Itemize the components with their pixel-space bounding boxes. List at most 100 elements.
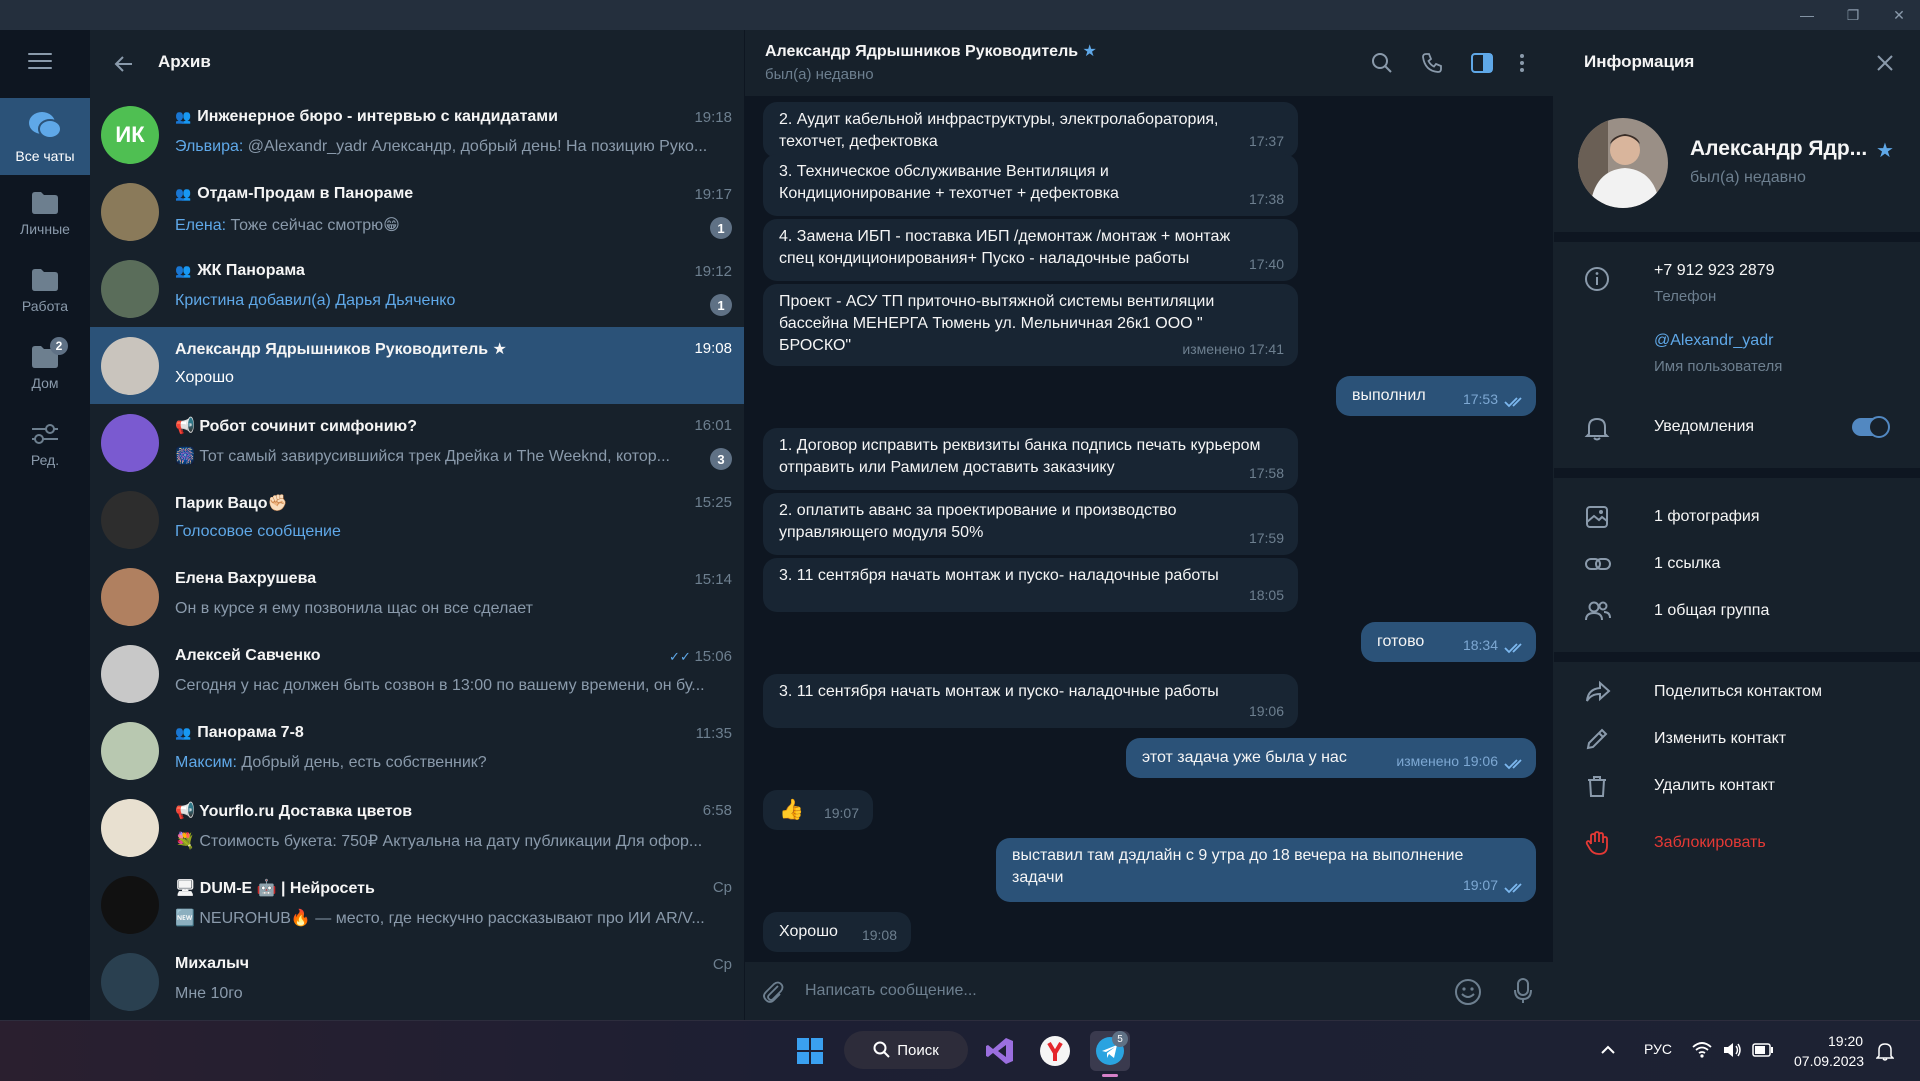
incoming-message[interactable]: 2. Аудит кабельной инфраструктуры, элект… — [763, 102, 1298, 158]
read-check-icon — [1504, 643, 1522, 654]
chat-list-item[interactable]: 👥 ЖК Панорама 19:12 Кристина добавил(а) Дар… — [90, 250, 744, 327]
archive-header: Архив — [90, 30, 744, 96]
battery-icon[interactable] — [1752, 1043, 1774, 1057]
incoming-message[interactable]: Хорошо 19:08 — [763, 912, 911, 952]
avatar — [101, 414, 159, 472]
restore-button[interactable]: ❐ — [1830, 0, 1876, 30]
search-icon[interactable] — [1371, 52, 1393, 74]
folder-all-chats[interactable]: Все чаты — [0, 98, 90, 175]
outgoing-message[interactable]: выставил там дэдлайн с 9 утра до 18 вече… — [996, 838, 1536, 902]
preview-text: 🎆 Тот самый завирусившийся трек Дрейка и… — [175, 448, 670, 465]
preview-text: 💐 Стоимость букета: 750₽ Актуальна на да… — [175, 833, 703, 850]
volume-icon[interactable] — [1722, 1041, 1742, 1059]
phone-label: Телефон — [1654, 288, 1717, 305]
more-icon[interactable] — [1519, 52, 1525, 74]
incoming-message[interactable]: Проект - АСУ ТП приточно-вытяжной систем… — [763, 284, 1298, 366]
taskbar-search[interactable]: Поиск — [844, 1031, 968, 1069]
chat-name-text: Панорама 7-8 — [197, 724, 304, 741]
clock-date[interactable]: 07.09.2023 — [1794, 1053, 1864, 1069]
incoming-message[interactable]: 👍 19:07 — [763, 790, 873, 830]
folder-home[interactable]: Дом 2 — [0, 329, 90, 406]
chat-list-panel: Архив ИК 👥 Инженерное бюро - интервью с ка… — [90, 30, 745, 1020]
message-time: 19:06 — [1248, 703, 1284, 719]
avatar — [101, 568, 159, 626]
phone-icon[interactable] — [1421, 52, 1443, 74]
chat-preview: Голосовое сообщение — [175, 523, 715, 541]
notifications-toggle[interactable] — [1852, 416, 1890, 438]
avatar[interactable] — [1578, 118, 1668, 208]
chat-name: Елена Вахрушева — [175, 570, 655, 588]
telegram-taskbar-icon[interactable]: 5 — [1090, 1031, 1130, 1077]
chat-list-item[interactable]: Елена Вахрушева 15:14 Он в курсе я ему поз… — [90, 558, 744, 635]
message-time: 18:34 — [1462, 637, 1498, 653]
yandex-browser-icon[interactable] — [1035, 1031, 1075, 1071]
delete-contact-label: Удалить контакт — [1654, 777, 1775, 794]
chat-list-item[interactable]: 👥 Панорама 7-8 11:35 Максим: Добрый день, е… — [90, 712, 744, 789]
message-time: 17:37 — [1248, 133, 1284, 149]
message-text: выставил там дэдлайн с 9 утра до 18 вече… — [1012, 847, 1464, 886]
chat-list-item[interactable]: 📢 Робот сочинит симфонию? 16:01 🎆 Тот самы… — [90, 404, 744, 481]
folder-icon — [32, 191, 58, 214]
outgoing-message[interactable]: готово 18:34 — [1361, 622, 1536, 662]
minimize-button[interactable]: — — [1784, 0, 1830, 30]
visual-studio-icon[interactable] — [980, 1031, 1020, 1071]
sidebar-toggle-icon[interactable] — [1470, 52, 1494, 74]
chat-name: 🖥 DUM-E 🤖 | Нейросеть — [175, 878, 655, 898]
chat-preview: Елена: Тоже сейчас смотрю😁 — [175, 215, 715, 235]
chat-list-item[interactable]: ИК 👥 Инженерное бюро - интервью с кандидат… — [90, 96, 744, 173]
chat-list-item[interactable]: Алексей Савченко ✓✓ 15:06 Сегодня у нас до… — [90, 635, 744, 712]
incoming-message[interactable]: 3. 11 сентября начать монтаж и пуско- на… — [763, 558, 1298, 612]
close-icon[interactable] — [1876, 54, 1894, 72]
avatar: ИК — [101, 106, 159, 164]
menu-icon[interactable] — [28, 53, 52, 71]
incoming-message[interactable]: 3. 11 сентября начать монтаж и пуско- на… — [763, 674, 1298, 728]
chat-time: 19:17 — [694, 186, 732, 203]
search-label: Поиск — [897, 1041, 939, 1059]
chevron-up-icon[interactable] — [1600, 1045, 1616, 1055]
chat-title[interactable]: Александр Ядрышников Руководитель ★ — [765, 41, 1097, 61]
preview-sender: Елена: — [175, 217, 227, 234]
close-window-button[interactable]: ✕ — [1876, 0, 1920, 30]
language-indicator[interactable]: РУС — [1644, 1041, 1672, 1057]
wifi-icon[interactable] — [1692, 1041, 1712, 1059]
chat-time-text: 19:08 — [694, 340, 732, 357]
message-time: 18:05 — [1248, 587, 1284, 603]
groups-label: 1 общая группа — [1654, 602, 1770, 619]
message-input[interactable] — [803, 978, 1407, 1004]
chat-list-item[interactable]: 📢 Yourflo.ru Доставка цветов 6:58 💐 Стоимо… — [90, 789, 744, 866]
folder-work[interactable]: Работа — [0, 252, 90, 329]
clock-time[interactable]: 19:20 — [1828, 1033, 1863, 1049]
preview-text: Хорошо — [175, 369, 234, 386]
chat-list-item[interactable]: Михалыч Ср Мне 10го — [90, 943, 744, 1020]
notification-bell-icon[interactable] — [1876, 1041, 1894, 1061]
message-time: изменено 19:06 — [1396, 753, 1498, 769]
incoming-message[interactable]: 3. Техническое обслуживание Вентиляция и… — [763, 154, 1298, 216]
chat-list-item[interactable]: Парик Вацо✊🏻 15:25 Голосовое сообщение — [90, 481, 744, 558]
chat-time-text: 19:12 — [694, 263, 732, 280]
back-arrow-icon[interactable] — [112, 52, 136, 76]
chat-header: Александр Ядрышников Руководитель ★ был(… — [745, 30, 1553, 96]
folder-personal[interactable]: Личные — [0, 175, 90, 252]
preview-text: Кристина добавил(а) Дарья Дьяченко — [175, 292, 456, 309]
avatar — [101, 722, 159, 780]
microphone-icon[interactable] — [1513, 977, 1533, 1005]
preview-text: Мне 10го — [175, 985, 243, 1002]
chat-list-item[interactable]: 👥 Отдам-Продам в Панораме 19:17 Елена: Тоже… — [90, 173, 744, 250]
attach-icon[interactable] — [761, 979, 785, 1005]
contact-status: был(а) недавно — [1690, 169, 1806, 186]
incoming-message[interactable]: 4. Замена ИБП - поставка ИБП /демонтаж /… — [763, 219, 1298, 281]
chat-list-item[interactable]: Александр Ядрышников Руководитель ★ 19:08… — [90, 327, 744, 404]
chat-time-text: Ср — [712, 879, 732, 896]
incoming-message[interactable]: 1. Договор исправить реквизиты банка под… — [763, 428, 1298, 490]
outgoing-message[interactable]: выполнил 17:53 — [1336, 376, 1536, 416]
group-icon: 👥 — [175, 109, 192, 124]
chat-name-text: Инженерное бюро - интервью с кандидатами — [197, 108, 558, 125]
outgoing-message[interactable]: этот задача уже была у нас изменено 19:06 — [1126, 738, 1536, 778]
chat-name: 📢 Робот сочинит симфонию? — [175, 416, 655, 436]
message-time: 19:07 — [823, 805, 859, 821]
chat-list-item[interactable]: 🖥 DUM-E 🤖 | Нейросеть Ср 🆕 NEUROHUB🔥 — мес… — [90, 866, 744, 943]
windows-start-icon[interactable] — [790, 1031, 830, 1071]
folder-edit[interactable]: Ред. — [0, 406, 90, 483]
emoji-icon[interactable] — [1454, 978, 1482, 1006]
incoming-message[interactable]: 2. оплатить аванс за проектирование и пр… — [763, 493, 1298, 555]
